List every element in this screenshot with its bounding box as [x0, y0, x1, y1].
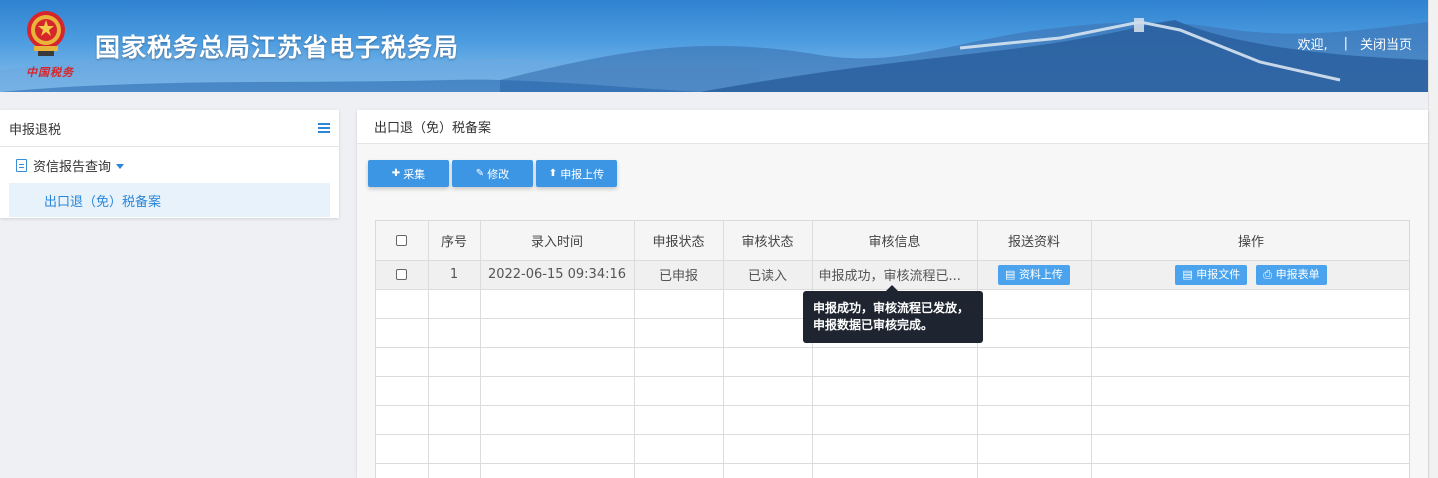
sidebar-header: 申报退税	[0, 110, 339, 147]
declare-file-button[interactable]: ▤ 申报文件	[1175, 264, 1248, 285]
emblem-caption: 中国税务	[26, 66, 74, 79]
declare-file-label: 申报文件	[1196, 267, 1241, 281]
print-icon: ⎙	[1263, 267, 1276, 281]
header-banner: 中国税务 国家税务总局江苏省电子税务局 欢迎, | 关闭当页	[0, 0, 1428, 92]
row-select-cell	[376, 260, 429, 290]
header-actions: 欢迎, | 关闭当页	[1297, 34, 1412, 53]
sidebar: 申报退税 资信报告查询 出口退（免）税备案	[0, 110, 339, 218]
row-index: 1	[428, 260, 481, 290]
menu-group-label: 资信报告查询	[33, 159, 112, 175]
plus-icon: ✚	[391, 168, 401, 179]
select-all-checkbox[interactable]	[396, 234, 408, 246]
materials-upload-label: 资料上传	[1018, 267, 1063, 281]
edit-icon: ✎	[475, 168, 485, 179]
submenu-item-export-filing[interactable]: 出口退（免）税备案	[9, 183, 330, 217]
table-row-empty	[376, 405, 1409, 435]
table-row-empty	[376, 347, 1409, 377]
materials-upload-button[interactable]: ▤ 资料上传	[998, 264, 1070, 285]
site-title: 国家税务总局江苏省电子税务局	[95, 33, 460, 62]
row-materials-cell: ▤ 资料上传	[977, 260, 1092, 290]
column-header: 录入时间	[480, 221, 635, 261]
column-header: 申报状态	[634, 221, 724, 261]
column-header: 审核状态	[723, 221, 813, 261]
row-checkbox[interactable]	[396, 269, 408, 280]
row-actions-cell: ▤ 申报文件 ⎙ 申报表单	[1091, 260, 1409, 290]
menu-toggle-icon[interactable]	[318, 123, 330, 133]
caret-down-icon	[116, 163, 125, 169]
header-divider: |	[1343, 36, 1348, 51]
column-header: 序号	[428, 221, 481, 261]
modify-button[interactable]: ✎ 修改	[452, 160, 533, 187]
column-header: 报送资料	[977, 221, 1092, 261]
document-icon	[16, 158, 27, 172]
breadcrumb: 出口退（免）税备案	[357, 110, 1428, 144]
file-upload-icon: ▤	[1005, 267, 1019, 281]
collect-button-label: 采集	[403, 167, 426, 181]
close-page-link[interactable]: 关闭当页	[1360, 34, 1412, 53]
collect-button[interactable]: ✚ 采集	[368, 160, 449, 187]
national-emblem-icon	[27, 11, 65, 56]
page-scrollbar[interactable]	[1428, 0, 1438, 478]
select-all-cell	[376, 221, 429, 261]
column-header: 操作	[1091, 221, 1409, 261]
sidebar-title: 申报退税	[9, 122, 62, 138]
upload-button-label: 申报上传	[560, 167, 605, 181]
upload-button[interactable]: ⬆ 申报上传	[536, 160, 617, 187]
menu-group-credit-report[interactable]: 资信报告查询	[0, 147, 339, 183]
toolbar: ✚ 采集 ✎ 修改 ⬆ 申报上传	[368, 160, 620, 187]
upload-icon: ⬆	[548, 168, 558, 179]
column-header: 审核信息	[812, 221, 978, 261]
table-row-empty	[376, 434, 1409, 464]
modify-button-label: 修改	[487, 167, 510, 181]
table-row-empty	[376, 463, 1409, 478]
row-declare-status: 已申报	[634, 260, 724, 290]
row-review-status: 已读入	[723, 260, 813, 290]
data-table: 序号 录入时间 申报状态 审核状态 审核信息 报送资料 操作 1 2022-06…	[375, 220, 1410, 478]
row-entry-time: 2022-06-15 09:34:16	[480, 260, 635, 290]
file-icon: ▤	[1182, 267, 1197, 281]
table-row-empty	[376, 376, 1409, 406]
declare-form-label: 申报表单	[1275, 267, 1320, 281]
declare-form-button[interactable]: ⎙ 申报表单	[1256, 264, 1327, 285]
review-info-tooltip: 申报成功，审核流程已发放，申报数据已审核完成。	[803, 285, 983, 343]
table-header-row: 序号 录入时间 申报状态 审核状态 审核信息 报送资料 操作	[376, 221, 1409, 261]
welcome-text: 欢迎,	[1297, 38, 1328, 53]
